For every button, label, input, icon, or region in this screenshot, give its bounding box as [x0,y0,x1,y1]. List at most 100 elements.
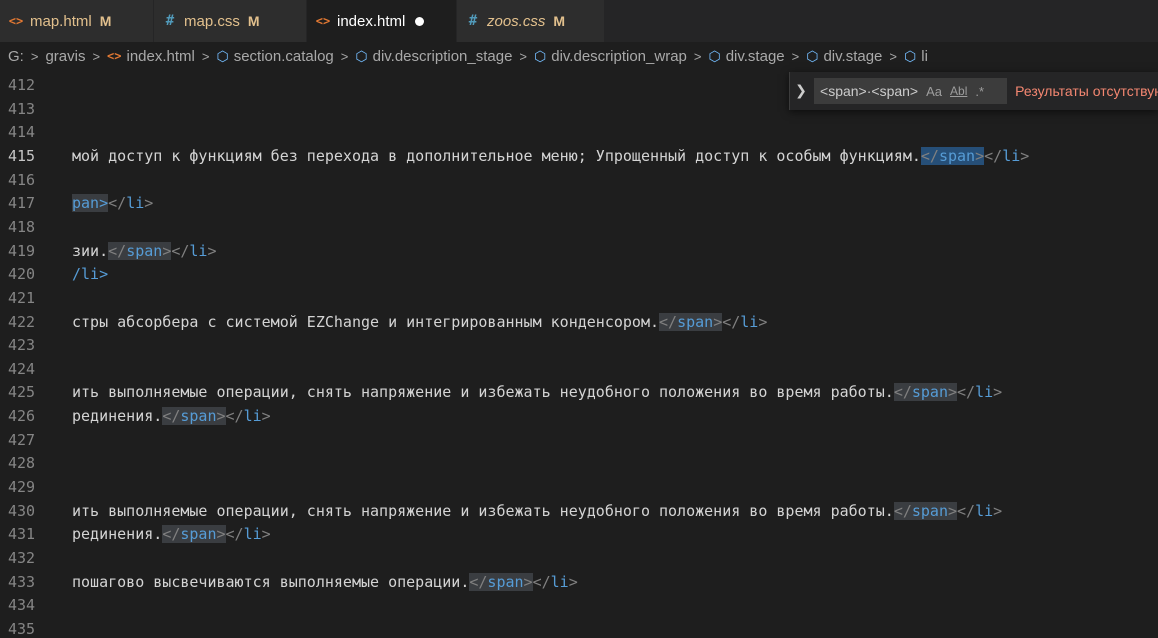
code-line[interactable]: 433 пошагово высвечиваются выполняемые оп… [0,571,1158,593]
tab-label: zoos.css [487,12,546,30]
close-li-tag: </li> [722,312,768,331]
find-input[interactable]: <span>·<span> Aa Abl .* [814,78,1008,104]
html-file-icon: <> [315,14,331,28]
close-li-tag: </li> [957,501,1003,520]
breadcrumb-item-symbol[interactable]: ⬡ div.description_stage [355,48,512,65]
modified-badge: M [553,13,566,29]
code-text: pan> [72,194,109,213]
cube-icon: ⬡ [216,47,229,64]
breadcrumb: G: > gravis > <> index.html > ⬡ section.ca… [0,42,1158,70]
line-number: 413 [8,99,36,118]
code-line[interactable]: 435 [0,618,1158,638]
modified-badge: M [99,13,112,29]
breadcrumb-item-symbol[interactable]: ⬡ li [904,48,928,65]
tab-label: map.html [30,12,92,30]
code-text: /li> [72,265,109,284]
cube-icon: ⬡ [708,47,721,64]
code-text: рединения. [72,407,163,426]
whole-word-icon[interactable]: Abl [950,84,967,98]
line-number: 428 [8,454,36,473]
tab-map-css[interactable]: # map.css M [154,0,307,42]
find-widget: ❯ <span>·<span> Aa Abl .* Результаты отс… [789,72,1158,110]
breadcrumb-item-symbol[interactable]: ⬡ div.description_wrap [534,48,687,65]
line-number: 430 [8,501,36,520]
close-span-tag: </span> [162,407,226,426]
close-span-tag: </span> [893,383,958,402]
tab-index-html[interactable]: <> index.html [307,0,457,42]
html-file-icon: <> [107,49,122,63]
close-span-tag: </span> [920,146,985,165]
regex-icon[interactable]: .* [975,84,984,99]
close-li-tag: </li> [957,383,1003,402]
code-line[interactable]: 423 [0,334,1158,356]
line-number: 417 [8,194,36,213]
breadcrumb-item-symbol[interactable]: ⬡ section.catalog [216,48,333,65]
line-number: 429 [8,478,36,497]
line-number: 434 [8,596,36,615]
line-number: 420 [8,265,36,284]
code-line[interactable]: 414 [0,121,1158,143]
cube-icon: ⬡ [904,47,917,64]
code-line[interactable]: 420/li> [0,263,1158,285]
code-text: ить выполняемые операции, снять напряжен… [72,501,894,520]
code-line[interactable]: 424 [0,358,1158,380]
code-line[interactable]: 432 [0,547,1158,569]
code-line[interactable]: 422 стры абсорбера с системой EZChange и … [0,311,1158,333]
html-file-icon: <> [8,14,24,28]
code-text: рединения. [72,525,163,544]
code-line[interactable]: 431 рединения.</span></li> [0,523,1158,545]
line-code: ить выполняемые операции, снять напряжен… [72,381,1002,403]
code-line[interactable]: 434 [0,594,1158,616]
unsaved-dot-icon[interactable] [415,16,425,26]
code-line[interactable]: 427 [0,429,1158,451]
code-line[interactable]: 426 рединения.</span></li> [0,405,1158,427]
close-li-tag: </li> [225,407,271,426]
line-code: рединения.</span></li> [72,405,271,427]
chevron-right-icon: > [693,48,702,64]
chevron-right-icon: > [30,48,39,64]
chevron-right-icon[interactable]: ❯ [790,83,812,99]
breadcrumb-label: gravis [45,47,86,65]
breadcrumb-item-folder[interactable]: gravis [45,48,85,65]
tab-zoos-css[interactable]: # zoos.css M [457,0,605,42]
code-text: стры абсорбера с системой EZChange и инт… [72,312,659,331]
tab-bar: <> map.html M # map.css M <> index.html … [0,0,1158,42]
close-li-tag: </li> [532,572,578,591]
line-number: 414 [8,123,36,142]
code-editor[interactable]: 412 413 414 415 мой доступ к функциям без пе… [0,70,1158,638]
line-code: пошагово высвечиваются выполняемые опера… [72,571,578,593]
code-line[interactable]: 429 [0,476,1158,498]
breadcrumb-label: section.catalog [233,47,334,65]
line-code: мой доступ к функциям без перехода в доп… [72,145,1029,167]
line-number: 418 [8,217,36,236]
breadcrumb-label: div.stage [725,47,785,65]
code-line[interactable]: 425 ить выполняемые операции, снять напря… [0,381,1158,403]
code-line[interactable]: 417 pan></li> [0,192,1158,214]
code-line[interactable]: 418 [0,216,1158,238]
tab-map-html[interactable]: <> map.html M [0,0,154,42]
line-code: рединения.</span></li> [72,523,271,545]
breadcrumb-item-file[interactable]: <> index.html [107,48,195,65]
code-line[interactable]: 428 [0,452,1158,474]
breadcrumb-label: index.html [126,47,195,65]
code-line[interactable]: 419 зии.</span></li> [0,240,1158,262]
find-result-status: Результаты отсутствуют [1015,83,1158,99]
close-li-tag: </li> [225,525,271,544]
breadcrumb-item-symbol[interactable]: ⬡ div.stage [708,48,784,65]
code-line[interactable]: 421 [0,287,1158,309]
breadcrumb-label: div.description_wrap [551,47,687,65]
close-li-tag: </li> [108,194,154,213]
line-code: зии.</span></li> [72,240,217,262]
match-case-icon[interactable]: Aa [926,84,942,99]
chevron-right-icon: > [201,48,210,64]
code-line[interactable]: 416 [0,169,1158,191]
breadcrumb-item-drive[interactable]: G: [8,48,24,65]
code-line[interactable]: 415 мой доступ к функциям без перехода в … [0,145,1158,167]
code-text: пошагово высвечиваются выполняемые опера… [72,572,470,591]
code-text: мой доступ к функциям без перехода в доп… [72,146,921,165]
modified-badge: M [247,13,260,29]
line-code: стры абсорбера с системой EZChange и инт… [72,311,767,333]
code-line[interactable]: 430 ить выполняемые операции, снять напря… [0,500,1158,522]
chevron-right-icon: > [889,48,897,64]
breadcrumb-item-symbol[interactable]: ⬡ div.stage [806,48,882,65]
